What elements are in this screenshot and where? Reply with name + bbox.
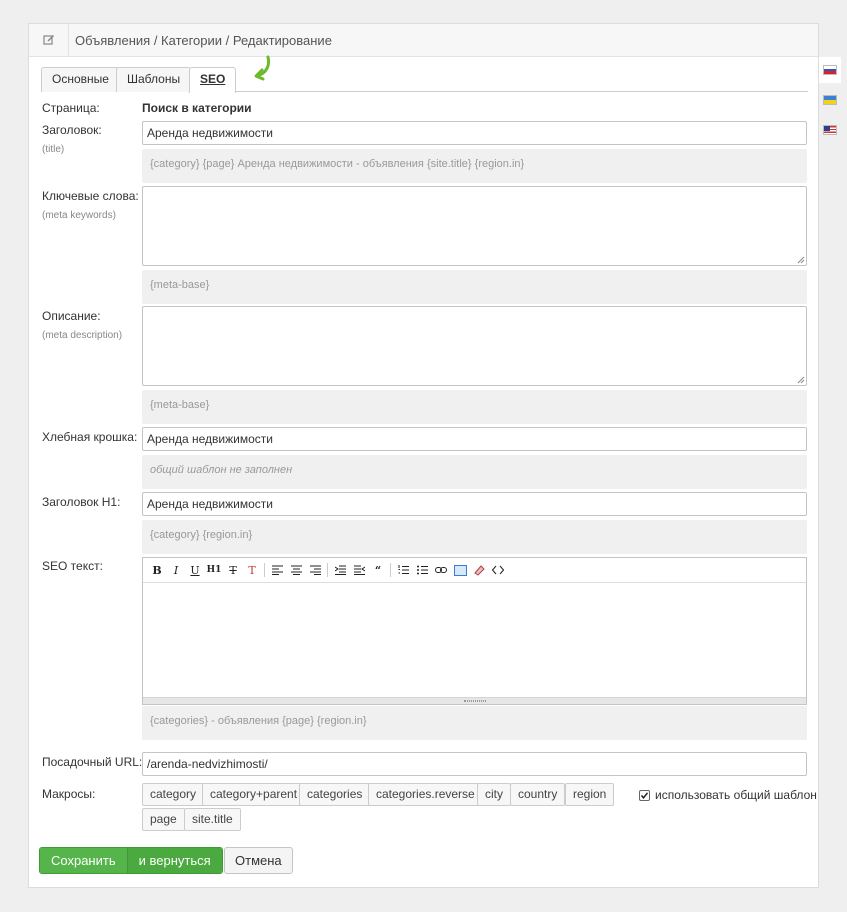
breadcrumb-section[interactable]: Объявления — [75, 33, 150, 48]
seo-text-template-hint: {categories} - объявления {page} {region… — [142, 706, 807, 740]
macro-page[interactable]: page — [142, 808, 185, 831]
title-template-hint: {category} {page} Аренда недвижимости - … — [142, 149, 807, 183]
macro-site-title[interactable]: site.title — [184, 808, 241, 831]
page-label: Страница: — [42, 101, 100, 115]
editor-resize-handle[interactable] — [143, 697, 806, 704]
resize-grip-icon[interactable] — [797, 376, 805, 384]
align-right-icon[interactable] — [306, 561, 324, 579]
description-label: Описание: (meta description) — [42, 309, 123, 341]
italic-icon[interactable]: I — [167, 561, 185, 579]
use-common-template-checkbox[interactable] — [639, 789, 650, 801]
edit-icon — [29, 24, 69, 56]
ua-flag-icon — [823, 95, 837, 105]
strikethrough-icon[interactable]: T — [224, 561, 242, 579]
edit-panel: Объявления / Категории / Редактирование … — [28, 23, 819, 888]
macro-city[interactable]: city — [477, 783, 511, 806]
en-flag-icon — [823, 125, 837, 135]
eraser-icon[interactable] — [470, 561, 488, 579]
resize-grip-icon[interactable] — [797, 256, 805, 264]
outdent-icon[interactable] — [331, 561, 349, 579]
title-input[interactable]: Аренда недвижимости — [142, 121, 807, 145]
macro-country[interactable]: country — [510, 783, 566, 806]
title-label: Заголовок: (title) — [42, 123, 102, 155]
save-button[interactable]: Сохранить — [40, 848, 128, 873]
lang-ru[interactable] — [819, 57, 841, 83]
lang-en[interactable] — [819, 117, 841, 143]
link-icon[interactable] — [432, 561, 450, 579]
use-common-template-label: использовать общий шаблон — [655, 788, 817, 802]
tab-main[interactable]: Основные — [41, 67, 120, 92]
cancel-button[interactable]: Отмена — [224, 847, 293, 874]
underline-icon[interactable]: U — [186, 561, 204, 579]
h1-template-hint: {category} {region.in} — [142, 520, 807, 554]
language-switcher — [819, 57, 844, 147]
landing-url-input[interactable]: /arenda-nedvizhimosti/ — [142, 752, 807, 776]
breadcrumb: Объявления / Категории / Редактирование — [75, 32, 332, 48]
keywords-template-hint: {meta-base} — [142, 270, 807, 304]
breadcrumb-category[interactable]: Категории — [161, 33, 222, 48]
use-common-template[interactable]: использовать общий шаблон — [639, 788, 817, 802]
landing-url-label: Посадочный URL: — [42, 755, 143, 769]
keywords-label: Ключевые слова: (meta keywords) — [42, 189, 139, 221]
description-template-hint: {meta-base} — [142, 390, 807, 424]
pointer-arrow-icon — [254, 55, 271, 81]
text-color-icon[interactable]: T — [243, 561, 261, 579]
macro-categories[interactable]: categories — [299, 783, 371, 806]
description-textarea[interactable] — [142, 306, 807, 386]
breadcrumb-current: Редактирование — [232, 32, 332, 48]
fullscreen-icon[interactable] — [451, 561, 469, 579]
bold-icon[interactable]: B — [148, 561, 166, 579]
macro-categories-reverse[interactable]: categories.reverse — [368, 783, 483, 806]
tab-bar: Основные Шаблоны SEO — [41, 67, 808, 93]
macros-label: Макросы: — [42, 787, 96, 801]
seo-text-editor[interactable]: B I U H1 T T “ — [142, 557, 807, 705]
save-button-group: Сохранить и вернуться — [39, 847, 223, 874]
seo-text-label: SEO текст: — [42, 559, 103, 573]
save-and-return-button[interactable]: и вернуться — [127, 848, 222, 873]
indent-icon[interactable] — [350, 561, 368, 579]
breadcrumb-template-hint: общий шаблон не заполнен — [142, 455, 807, 489]
tab-templates[interactable]: Шаблоны — [116, 67, 192, 92]
keywords-textarea[interactable] — [142, 186, 807, 266]
h1-input[interactable]: Аренда недвижимости — [142, 492, 807, 516]
align-left-icon[interactable] — [268, 561, 286, 579]
source-code-icon[interactable] — [489, 561, 507, 579]
panel-header: Объявления / Категории / Редактирование — [29, 24, 818, 57]
h1-label: Заголовок H1: — [42, 495, 121, 509]
ordered-list-icon[interactable] — [394, 561, 412, 579]
editor-toolbar: B I U H1 T T “ — [143, 558, 806, 583]
lang-ua[interactable] — [819, 87, 841, 113]
macro-category[interactable]: category — [142, 783, 205, 806]
page-value: Поиск в категории — [142, 101, 252, 115]
breadcrumb-label: Хлебная крошка: — [42, 430, 138, 444]
macro-category-parent[interactable]: category+parent — [202, 783, 306, 806]
align-center-icon[interactable] — [287, 561, 305, 579]
macro-region[interactable]: region — [565, 783, 615, 806]
breadcrumb-input[interactable]: Аренда недвижимости — [142, 427, 807, 451]
quote-icon[interactable]: “ — [369, 561, 387, 579]
ru-flag-icon — [823, 65, 837, 75]
heading-icon[interactable]: H1 — [205, 561, 223, 579]
bullet-list-icon[interactable] — [413, 561, 431, 579]
tab-seo[interactable]: SEO — [189, 67, 237, 93]
